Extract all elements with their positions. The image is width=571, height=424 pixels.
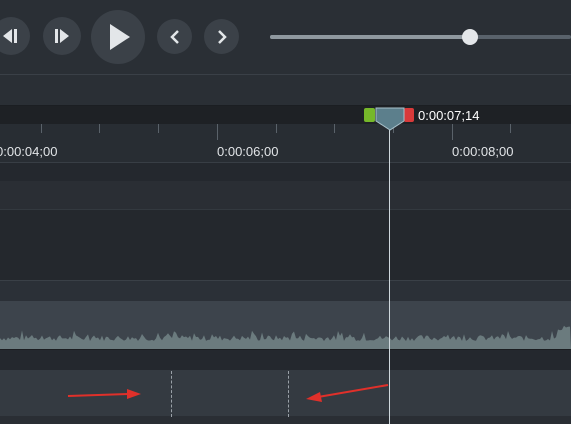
scrubber-progress [270, 35, 470, 39]
track-row[interactable] [0, 210, 571, 281]
edit-marker[interactable] [171, 371, 172, 417]
ruler-label: 0:00:04;00 [0, 144, 58, 159]
step-back-icon [3, 29, 17, 43]
step-forward-icon [55, 29, 69, 43]
step-back-button[interactable] [0, 17, 30, 55]
audio-clip[interactable] [0, 301, 571, 349]
play-button[interactable] [91, 10, 145, 64]
ruler-label: 0:00:08;00 [452, 144, 514, 159]
track-row [0, 416, 571, 424]
chevron-right-icon [217, 29, 227, 44]
previous-button[interactable] [157, 19, 192, 54]
playhead-time: 0:00:07;14 [418, 108, 480, 123]
ruler-label: 0:00:06;00 [217, 144, 279, 159]
track-gap [0, 163, 571, 181]
playhead-handle[interactable] [375, 107, 405, 131]
ruler-tick-minor [99, 124, 100, 133]
track-row[interactable] [0, 181, 571, 210]
step-forward-button[interactable] [43, 17, 81, 55]
timeline-toolbar [0, 75, 571, 106]
ruler-tick-minor [41, 124, 42, 133]
in-point-handle[interactable] [364, 108, 375, 122]
track-gap [0, 350, 571, 370]
ruler-tick-minor [334, 124, 335, 133]
scrubber-thumb[interactable] [462, 29, 478, 45]
next-button[interactable] [204, 19, 239, 54]
audio-waveform [0, 325, 571, 349]
ruler-tick-minor [276, 124, 277, 133]
edit-marker[interactable] [288, 371, 289, 417]
play-icon [110, 24, 130, 50]
out-point-handle[interactable] [404, 108, 414, 122]
ruler-tick-major [452, 124, 453, 140]
playhead-line[interactable] [389, 124, 390, 424]
ruler-header [0, 106, 571, 124]
ruler-tick-minor [510, 124, 511, 133]
ruler-tick-minor [158, 124, 159, 133]
waveform-shape [0, 325, 571, 349]
ruler-tick-major [217, 124, 218, 140]
chevron-left-icon [169, 29, 179, 44]
